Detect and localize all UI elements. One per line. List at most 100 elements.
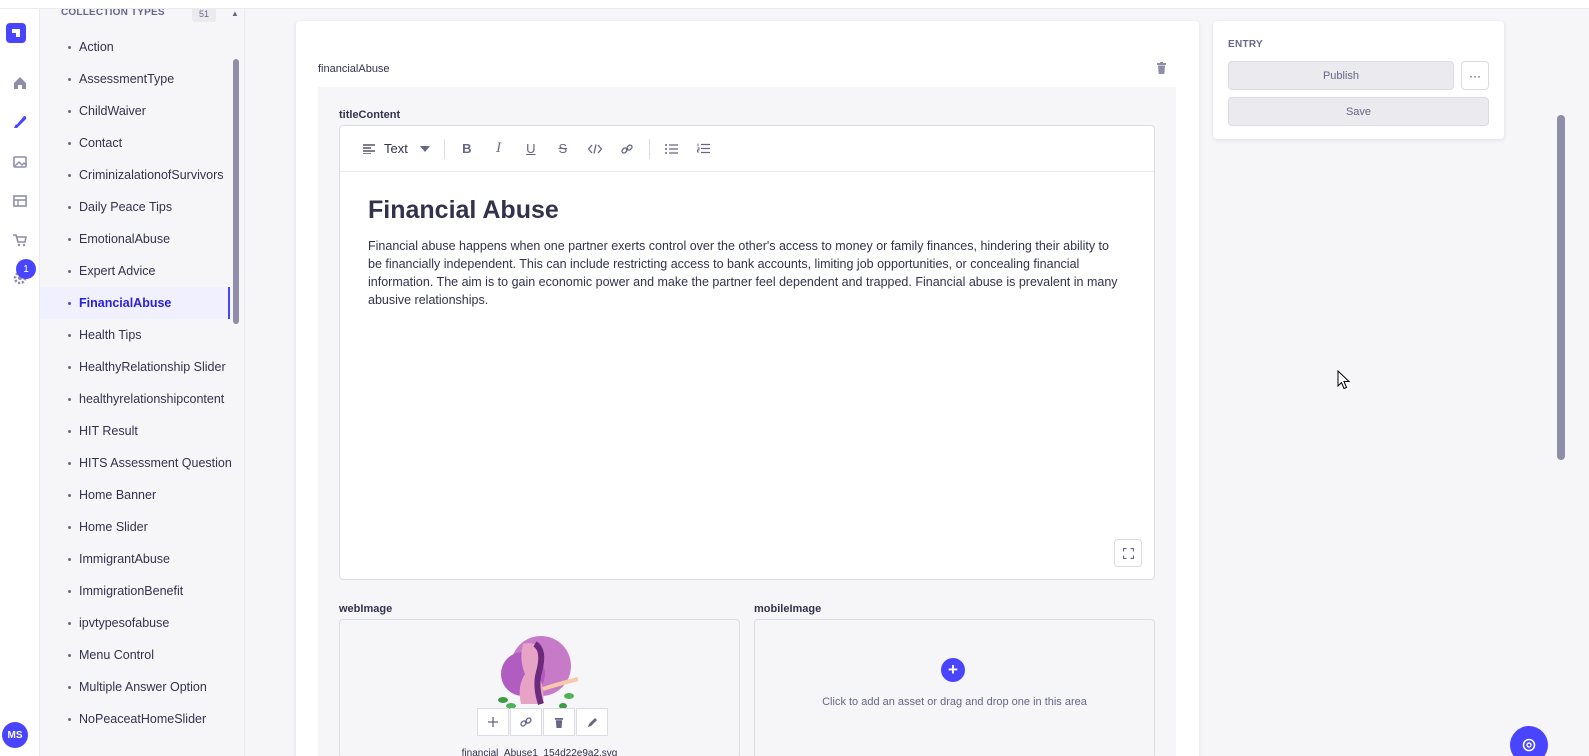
link-icon[interactable]: [611, 135, 643, 163]
bullet-icon: [68, 717, 71, 721]
home-icon[interactable]: [6, 69, 34, 97]
sidebar-item-healthyrelationship-slider[interactable]: HealthyRelationship Slider: [40, 351, 230, 383]
bullet-icon: [68, 397, 71, 401]
more-actions-button[interactable]: ···: [1461, 61, 1489, 90]
sidebar-item-label: NoPeaceatHomeSlider: [79, 712, 207, 726]
bullet-icon: [68, 269, 71, 273]
add-asset-plus-icon[interactable]: +: [941, 658, 965, 682]
sidebar-item-hits-assessment-question[interactable]: HITS Assessment Question: [40, 447, 232, 479]
sidebar-item-health-tips[interactable]: Health Tips: [40, 319, 230, 351]
toolbar-divider: [443, 138, 445, 159]
sidebar-item-hit-result[interactable]: HIT Result: [40, 415, 230, 447]
content-manager-icon[interactable]: [6, 108, 34, 136]
strikethrough-icon[interactable]: S: [547, 135, 579, 163]
collection-types-sidebar: COLLECTION TYPES 51 ▲ Action AssessmentTy…: [40, 0, 245, 756]
sidebar-item-financialabuse[interactable]: FinancialAbuse: [40, 287, 230, 319]
bullet-icon: [68, 621, 71, 625]
sidebar-item-nopeaceathomeslider[interactable]: NoPeaceatHomeSlider: [40, 703, 230, 735]
sidebar-item-action[interactable]: Action: [40, 31, 230, 63]
entry-panel: ENTRY Publish ··· Save: [1213, 21, 1504, 139]
bullet-icon: [68, 365, 71, 369]
align-left-icon[interactable]: [360, 135, 378, 163]
sidebar-item-label: HIT Result: [79, 424, 138, 438]
mobile-image-dropzone[interactable]: + Click to add an asset or drag and drop…: [754, 619, 1155, 756]
bullet-icon: [68, 653, 71, 657]
delete-component-trash-icon[interactable]: [1156, 61, 1167, 79]
sidebar-item-assessmenttype[interactable]: AssessmentType: [40, 63, 230, 95]
save-button[interactable]: Save: [1228, 97, 1489, 126]
sidebar-item-daily-peace-tips[interactable]: Daily Peace Tips: [40, 191, 230, 223]
asset-actions: [477, 708, 608, 736]
bullet-icon: [68, 301, 71, 305]
bullet-icon: [68, 77, 71, 81]
web-image-label: webImage: [339, 603, 393, 615]
top-bar: [0, 0, 1589, 9]
sidebar-item-label: Health Tips: [79, 328, 142, 342]
sidebar-item-label: EmotionalAbuse: [79, 232, 171, 246]
main-content: financialAbuse titleContent Text B I U S…: [245, 9, 1589, 756]
dropzone-hint: Click to add an asset or drag and drop o…: [822, 696, 1087, 708]
bold-icon[interactable]: B: [451, 135, 483, 163]
sidebar-item-label: ChildWaiver: [79, 104, 146, 118]
marketplace-cart-icon[interactable]: [6, 226, 34, 254]
mobile-image-label: mobileImage: [754, 603, 822, 615]
sidebar-item-contact[interactable]: Contact: [40, 127, 230, 159]
entry-heading: ENTRY: [1228, 39, 1264, 50]
publish-button[interactable]: Publish: [1228, 61, 1454, 90]
sidebar-item-label: Action: [79, 40, 114, 54]
sidebar-item-childwaiver[interactable]: ChildWaiver: [40, 95, 230, 127]
edit-asset-pencil-icon[interactable]: [576, 708, 608, 736]
bullet-icon: [68, 333, 71, 337]
italic-icon[interactable]: I: [483, 135, 515, 163]
scroll-up-arrow-icon[interactable]: ▲: [231, 9, 239, 18]
bullet-icon: [68, 141, 71, 145]
collection-list: Action AssessmentType ChildWaiver Contact Cr…: [40, 31, 232, 735]
sidebar-item-home-banner[interactable]: Home Banner: [40, 479, 230, 511]
sidebar-item-criminizalationofsurvivors[interactable]: CriminizalationofSurvivors: [40, 159, 230, 191]
content-heading: Financial Abuse: [368, 196, 559, 224]
web-image-filename: financial_Abuse1_154d22e9a2.svg: [461, 748, 618, 756]
strapi-logo-icon[interactable]: [6, 23, 26, 43]
component-title: financialAbuse: [318, 63, 390, 75]
toolbar-divider: [648, 138, 650, 159]
sidebar-item-expert-advice[interactable]: Expert Advice: [40, 255, 230, 287]
block-type-select[interactable]: Text: [384, 141, 408, 156]
component-body: titleContent Text B I U S Financial Abus…: [318, 87, 1176, 756]
help-button[interactable]: [1510, 726, 1548, 756]
copy-link-icon[interactable]: [510, 708, 542, 736]
sidebar-item-multiple-answer-option[interactable]: Multiple Answer Option: [40, 671, 230, 703]
bulleted-list-icon[interactable]: [656, 135, 688, 163]
sidebar-item-home-slider[interactable]: Home Slider: [40, 511, 230, 543]
delete-asset-trash-icon[interactable]: [543, 708, 575, 736]
sidebar-item-label: Multiple Answer Option: [79, 680, 207, 694]
page-scrollbar[interactable]: [1557, 115, 1565, 460]
sidebar-item-label: ImmigrantAbuse: [79, 552, 171, 566]
editor-content[interactable]: Financial Abuse Financial abuse happens …: [340, 172, 1154, 333]
sidebar-item-label: AssessmentType: [79, 72, 175, 86]
sidebar-item-label: Contact: [79, 136, 123, 150]
sidebar-scrollbar[interactable]: [233, 59, 239, 324]
rich-text-editor: Text B I U S Financial Abuse Financial a…: [339, 125, 1155, 580]
sidebar-item-immigrationbenefit[interactable]: ImmigrationBenefit: [40, 575, 230, 607]
user-avatar[interactable]: MS: [2, 722, 28, 748]
sidebar-item-ipvtypesofabuse[interactable]: ipvtypesofabuse: [40, 607, 230, 639]
code-icon[interactable]: [579, 135, 611, 163]
content-type-builder-icon[interactable]: [6, 187, 34, 215]
sidebar-item-label: FinancialAbuse: [79, 296, 172, 310]
expand-editor-icon[interactable]: [1114, 539, 1142, 567]
bullet-icon: [68, 429, 71, 433]
editor-toolbar: Text B I U S: [340, 126, 1154, 172]
main-nav: 1 MS: [0, 9, 40, 756]
chevron-down-icon[interactable]: [416, 135, 434, 163]
sidebar-item-immigrantabuse[interactable]: ImmigrantAbuse: [40, 543, 230, 575]
numbered-list-icon[interactable]: [688, 135, 720, 163]
component-card: financialAbuse titleContent Text B I U S…: [296, 21, 1199, 756]
web-image-asset[interactable]: financial_Abuse1_154d22e9a2.svg: [339, 619, 740, 756]
sidebar-item-healthyrelationshipcontent[interactable]: healthyrelationshipcontent: [40, 383, 230, 415]
media-library-icon[interactable]: [6, 148, 34, 176]
add-asset-plus-icon[interactable]: [477, 708, 509, 736]
underline-icon[interactable]: U: [515, 135, 547, 163]
sidebar-item-menu-control[interactable]: Menu Control: [40, 639, 230, 671]
bullet-icon: [68, 109, 71, 113]
sidebar-item-emotionalabuse[interactable]: EmotionalAbuse: [40, 223, 230, 255]
